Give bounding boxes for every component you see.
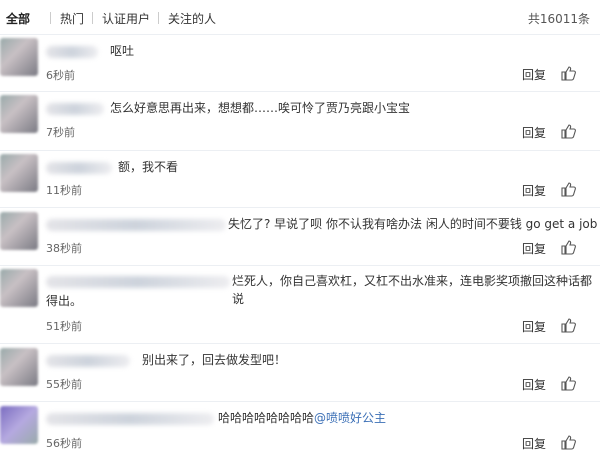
username-blurred[interactable] bbox=[46, 46, 98, 58]
comment-text: 额，我不看 bbox=[118, 160, 179, 174]
comment-text: 怎么好意思再出来，想想都……唉可怜了贾乃亮跟小宝宝 bbox=[110, 101, 411, 115]
username-blurred[interactable] bbox=[46, 413, 214, 425]
comment-body: 哈哈哈哈哈哈哈哈 bbox=[218, 411, 315, 425]
username-blurred[interactable] bbox=[46, 162, 112, 174]
tab-following[interactable]: 关注的人 bbox=[168, 10, 216, 27]
comment-text: 哈哈哈哈哈哈哈哈@喷喷好公主 bbox=[218, 409, 386, 427]
mention-link[interactable]: @喷喷好公主 bbox=[314, 411, 386, 425]
avatar[interactable] bbox=[0, 269, 38, 307]
comment-filter-tabs: 全部 热门 认证用户 关注的人 共16011条 bbox=[0, 0, 600, 36]
comment-text: 烂死人，你自己喜欢杠，又杠不出水准来，连电影奖项撤回这种话都说 bbox=[232, 274, 593, 306]
thumbs-up-icon[interactable] bbox=[560, 434, 576, 450]
divider bbox=[0, 34, 600, 35]
reply-button[interactable]: 回复 bbox=[522, 318, 546, 335]
comment-time: 51秒前 bbox=[46, 320, 82, 333]
comment-text-continued: 得出。 bbox=[46, 294, 83, 308]
divider bbox=[0, 207, 600, 208]
avatar[interactable] bbox=[0, 348, 38, 386]
comment-total-count: 共16011条 bbox=[527, 12, 590, 26]
thumbs-up-icon[interactable] bbox=[560, 181, 576, 197]
reply-button[interactable]: 回复 bbox=[522, 182, 546, 199]
comment-time: 38秒前 bbox=[46, 242, 82, 255]
comment-text: 失忆了? 早说了呗 你不认我有啥办法 闲人的时间不要钱 go get a job bbox=[228, 217, 598, 231]
username-blurred[interactable] bbox=[46, 219, 226, 231]
divider bbox=[0, 401, 600, 402]
avatar[interactable] bbox=[0, 154, 38, 192]
divider bbox=[0, 91, 600, 92]
comment-time: 7秒前 bbox=[46, 126, 75, 139]
thumbs-up-icon[interactable] bbox=[560, 123, 576, 139]
tab-separator bbox=[158, 12, 159, 24]
comment-time: 56秒前 bbox=[46, 437, 82, 450]
tab-hot[interactable]: 热门 bbox=[60, 10, 84, 27]
reply-button[interactable]: 回复 bbox=[522, 124, 546, 141]
thumbs-up-icon[interactable] bbox=[560, 317, 576, 333]
comment-text: 别出来了，回去做发型吧！ bbox=[142, 353, 287, 367]
username-blurred[interactable] bbox=[46, 276, 230, 288]
tab-verified-users[interactable]: 认证用户 bbox=[102, 10, 150, 27]
divider bbox=[0, 150, 600, 151]
thumbs-up-icon[interactable] bbox=[560, 65, 576, 81]
reply-button[interactable]: 回复 bbox=[522, 435, 546, 452]
divider bbox=[0, 343, 600, 344]
comment-time: 6秒前 bbox=[46, 69, 75, 82]
divider bbox=[0, 265, 600, 266]
comment-text: 呕吐 bbox=[110, 44, 135, 58]
avatar[interactable] bbox=[0, 95, 38, 133]
username-blurred[interactable] bbox=[46, 103, 104, 115]
avatar[interactable] bbox=[0, 38, 38, 76]
tab-all[interactable]: 全部 bbox=[6, 10, 30, 27]
tab-separator bbox=[92, 12, 93, 24]
tab-separator bbox=[50, 12, 51, 24]
reply-button[interactable]: 回复 bbox=[522, 240, 546, 257]
username-blurred[interactable] bbox=[46, 355, 130, 367]
avatar[interactable] bbox=[0, 406, 38, 444]
comment-time: 11秒前 bbox=[46, 184, 82, 197]
comment-time: 55秒前 bbox=[46, 378, 82, 391]
reply-button[interactable]: 回复 bbox=[522, 376, 546, 393]
thumbs-up-icon[interactable] bbox=[560, 375, 576, 391]
reply-button[interactable]: 回复 bbox=[522, 66, 546, 83]
thumbs-up-icon[interactable] bbox=[560, 239, 576, 255]
avatar[interactable] bbox=[0, 212, 38, 250]
